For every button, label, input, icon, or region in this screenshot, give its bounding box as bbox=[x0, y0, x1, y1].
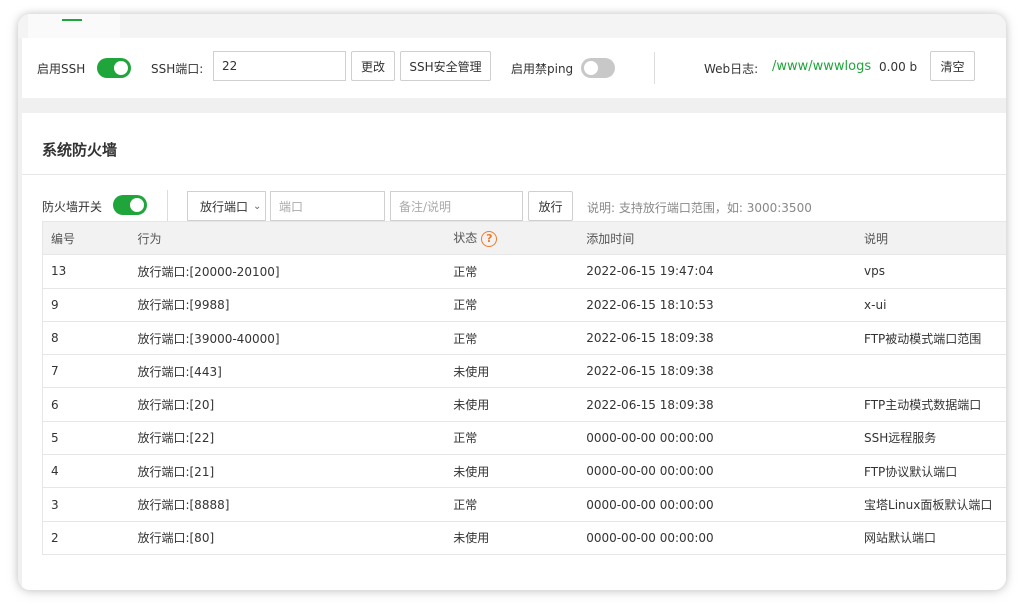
cell-time: 2022-06-15 19:47:04 bbox=[578, 254, 857, 289]
cell-action: 放行端口:[39000-40000] bbox=[129, 321, 446, 356]
col-header-id: 编号 bbox=[42, 220, 130, 256]
cell-time: 0000-00-00 00:00:00 bbox=[578, 454, 857, 489]
firewall-title: 系统防火墙 bbox=[42, 141, 118, 159]
table-row: 2 放行端口:[80] 未使用 0000-00-00 00:00:00 网站默认端口 bbox=[42, 521, 1006, 555]
ping-toggle-knob bbox=[584, 61, 598, 75]
remark-input[interactable]: 备注/说明 bbox=[390, 191, 523, 221]
cell-action: 放行端口:[20000-20100] bbox=[129, 254, 446, 289]
cell-time: 0000-00-00 00:00:00 bbox=[578, 487, 857, 522]
cell-remark[interactable]: 宝塔Linux面板默认端口 bbox=[856, 487, 1006, 522]
cell-remark[interactable]: SSH远程服务 bbox=[856, 421, 1006, 456]
ping-toggle[interactable] bbox=[581, 58, 615, 78]
cell-action: 放行端口:[20] bbox=[129, 387, 446, 422]
cell-action: 放行端口:[8888] bbox=[129, 487, 446, 522]
divider bbox=[654, 52, 655, 84]
cell-remark[interactable] bbox=[856, 354, 1006, 389]
cell-status: 正常 bbox=[445, 487, 579, 522]
cell-time: 2022-06-15 18:09:38 bbox=[578, 387, 857, 422]
action-select[interactable]: 放行端口 ⌄ bbox=[187, 191, 266, 221]
help-icon[interactable]: ? bbox=[481, 230, 498, 247]
cell-action: 放行端口:[80] bbox=[129, 521, 446, 555]
ssh-toggle-knob bbox=[114, 61, 128, 75]
weblog-size: 0.00 b bbox=[879, 60, 918, 74]
cell-id: 4 bbox=[42, 454, 130, 489]
title-divider bbox=[22, 174, 1006, 175]
ssh-toggle[interactable] bbox=[97, 58, 131, 78]
table-row: 9 放行端口:[9988] 正常 2022-06-15 18:10:53 x-ui bbox=[42, 288, 1006, 322]
ping-label: 启用禁ping bbox=[511, 62, 574, 76]
ssh-enable-label: 启用SSH bbox=[37, 62, 86, 76]
ssh-security-manage-button[interactable]: SSH安全管理 bbox=[400, 51, 491, 81]
table-row: 4 放行端口:[21] 未使用 0000-00-00 00:00:00 FTP协议默认端… bbox=[42, 454, 1006, 489]
cell-remark[interactable]: FTP主动模式数据端口 bbox=[856, 387, 1006, 422]
cell-remark[interactable]: x-ui bbox=[856, 288, 1006, 322]
firewall-toggle[interactable] bbox=[113, 195, 147, 215]
cell-status: 未使用 bbox=[445, 387, 579, 422]
cell-remark[interactable]: 网站默认端口 bbox=[856, 521, 1006, 555]
clear-log-button[interactable]: 清空 bbox=[930, 51, 975, 81]
cell-id: 3 bbox=[42, 487, 130, 522]
active-tab[interactable] bbox=[28, 14, 120, 38]
cell-time: 2022-06-15 18:10:53 bbox=[578, 288, 857, 322]
table-row: 6 放行端口:[20] 未使用 2022-06-15 18:09:38 FTP主动模式数… bbox=[42, 387, 1006, 422]
cell-action: 放行端口:[22] bbox=[129, 421, 446, 456]
col-header-time: 添加时间 bbox=[578, 220, 857, 256]
cell-status: 未使用 bbox=[445, 454, 579, 489]
cell-id: 5 bbox=[42, 421, 130, 456]
weblog-label: Web日志: bbox=[704, 62, 759, 76]
cell-id: 9 bbox=[42, 288, 130, 322]
cell-id: 13 bbox=[42, 254, 130, 289]
active-tab-indicator bbox=[62, 19, 82, 21]
change-port-button[interactable]: 更改 bbox=[351, 51, 395, 81]
action-select-value: 放行端口 bbox=[200, 199, 249, 214]
col-header-status-label: 状态 bbox=[453, 231, 478, 246]
firewall-switch-label: 防火墙开关 bbox=[42, 200, 103, 214]
cell-id: 6 bbox=[42, 387, 130, 422]
port-input[interactable]: 端口 bbox=[270, 191, 385, 221]
chevron-down-icon: ⌄ bbox=[253, 200, 262, 212]
cell-status: 正常 bbox=[445, 321, 579, 356]
cell-time: 2022-06-15 18:09:38 bbox=[578, 321, 857, 356]
cell-remark[interactable]: FTP被动模式端口范围 bbox=[856, 321, 1006, 356]
cell-id: 7 bbox=[42, 354, 130, 389]
firewall-rules-table: 编号 行为 状态? 添加时间 说明 13 放行端口:[20000-20100] 正常… bbox=[42, 220, 1006, 555]
table-header-row: 编号 行为 状态? 添加时间 说明 bbox=[42, 220, 1006, 256]
cell-remark[interactable]: vps bbox=[856, 254, 1006, 289]
cell-status: 正常 bbox=[445, 288, 579, 322]
ssh-settings-panel: 启用SSH SSH端口: 22 更改 SSH安全管理 启用禁ping Web日志… bbox=[22, 38, 1006, 98]
cell-id: 8 bbox=[42, 321, 130, 356]
top-tab-strip bbox=[18, 14, 1006, 38]
cell-time: 2022-06-15 18:09:38 bbox=[578, 354, 857, 389]
cell-time: 0000-00-00 00:00:00 bbox=[578, 421, 857, 456]
col-header-remark: 说明 bbox=[856, 220, 1006, 256]
cell-status: 正常 bbox=[445, 421, 579, 456]
app-window: 启用SSH SSH端口: 22 更改 SSH安全管理 启用禁ping Web日志… bbox=[18, 14, 1006, 590]
col-header-action: 行为 bbox=[129, 220, 446, 256]
table-row: 13 放行端口:[20000-20100] 正常 2022-06-15 19:47:0… bbox=[42, 254, 1006, 289]
cell-status: 正常 bbox=[445, 254, 579, 289]
weblog-path-link[interactable]: /www/wwwlogs bbox=[772, 59, 871, 74]
firewall-toggle-knob bbox=[130, 198, 144, 212]
table-row: 7 放行端口:[443] 未使用 2022-06-15 18:09:38 bbox=[42, 354, 1006, 389]
firewall-panel: 系统防火墙 防火墙开关 放行端口 ⌄ 端口 备注/说明 放行 说明: 支持放行端… bbox=[22, 113, 1006, 590]
firewall-hint: 说明: 支持放行端口范围，如: 3000:3500 bbox=[587, 201, 812, 215]
cell-action: 放行端口:[9988] bbox=[129, 288, 446, 322]
ssh-port-input[interactable]: 22 bbox=[213, 51, 346, 81]
cell-remark[interactable]: FTP协议默认端口 bbox=[856, 454, 1006, 489]
divider bbox=[167, 190, 168, 222]
cell-action: 放行端口:[21] bbox=[129, 454, 446, 489]
table-row: 5 放行端口:[22] 正常 0000-00-00 00:00:00 SSH远程服务 bbox=[42, 421, 1006, 456]
cell-id: 2 bbox=[42, 521, 130, 555]
cell-status: 未使用 bbox=[445, 521, 579, 555]
ssh-port-label: SSH端口: bbox=[151, 62, 204, 76]
table-row: 8 放行端口:[39000-40000] 正常 2022-06-15 18:09:38… bbox=[42, 321, 1006, 356]
cell-time: 0000-00-00 00:00:00 bbox=[578, 521, 857, 555]
cell-status: 未使用 bbox=[445, 354, 579, 389]
allow-port-button[interactable]: 放行 bbox=[528, 191, 573, 221]
table-row: 3 放行端口:[8888] 正常 0000-00-00 00:00:00 宝塔Linux… bbox=[42, 487, 1006, 522]
cell-action: 放行端口:[443] bbox=[129, 354, 446, 389]
col-header-status: 状态? bbox=[445, 220, 579, 256]
